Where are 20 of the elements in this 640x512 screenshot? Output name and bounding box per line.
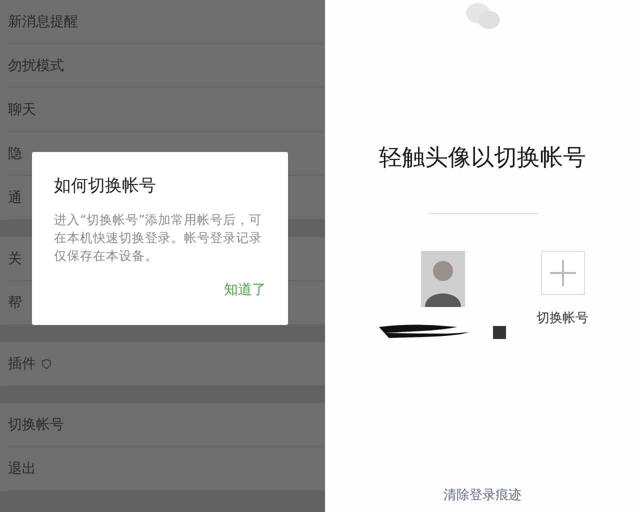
add-account-label: 切换帐号 [536,310,588,327]
settings-item[interactable]: 聊天 [8,100,36,118]
shield-icon [42,358,51,368]
avatar-icon[interactable] [420,251,464,307]
ok-button[interactable]: 知道了 [224,281,266,299]
chat-bubbles-icon [464,2,502,32]
plus-icon [550,260,576,286]
settings-item[interactable]: 帮 [8,294,22,312]
settings-item[interactable]: 切换帐号 [8,416,64,434]
heading: 轻触头像以切换帐号 [379,144,586,173]
settings-item[interactable]: 退出 [8,460,36,478]
dialog-title: 如何切换帐号 [54,175,157,197]
settings-item[interactable]: 插件 [8,354,36,372]
dialog-message: 进入“切换帐号”添加常用帐号后，可在本机快速切换登录。帐号登录记录仅保存在本设备。 [54,211,263,265]
settings-item[interactable]: 隐 [8,144,22,162]
settings-item[interactable]: 通 [8,188,22,206]
settings-item[interactable]: 新消息提醒 [8,12,78,30]
settings-item[interactable]: 关 [8,250,22,268]
clear-login-link[interactable]: 清除登录痕迹 [444,486,522,504]
settings-item[interactable]: 勿扰模式 [8,56,64,74]
